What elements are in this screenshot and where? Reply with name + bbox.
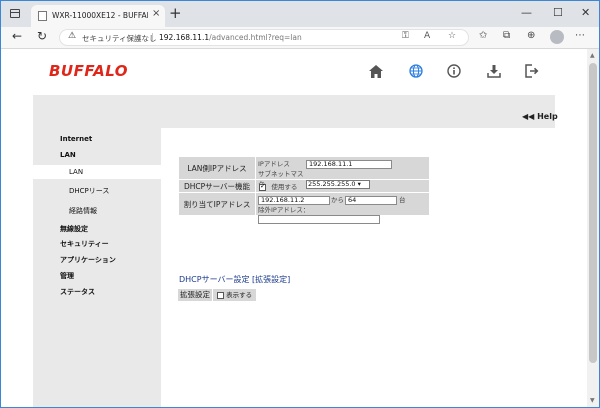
assign-ip-label: 割り当てIPアドレス — [179, 193, 255, 215]
profile-avatar[interactable] — [550, 30, 564, 44]
scroll-down-icon[interactable]: ▼ — [590, 397, 595, 404]
extended-settings-checkbox-label: 表示する — [226, 291, 253, 299]
new-tab-button[interactable]: + — [169, 4, 182, 22]
url-text[interactable]: 192.168.11.1/advanced.html?req=lan — [159, 33, 302, 42]
tab-bar: WXR-11000XE12 - BUFFALO AirStation × + —… — [1, 1, 599, 27]
address-bar[interactable]: ⚠ セキュリティ保護なし | 192.168.11.1/advanced.htm… — [59, 29, 469, 46]
assign-count-input[interactable]: 64 — [345, 195, 397, 205]
tab-close-icon[interactable]: × — [152, 8, 160, 19]
reload-icon[interactable]: ↻ — [37, 29, 47, 43]
info-icon[interactable] — [445, 62, 463, 80]
help-label: Help — [537, 112, 558, 121]
tab-actions-icon[interactable] — [10, 9, 20, 18]
sidebar-item-security[interactable]: セキュリティー — [33, 237, 161, 251]
extended-settings-label: 拡張設定 — [178, 289, 212, 301]
favorite-star-icon[interactable]: ☆ — [448, 31, 456, 41]
exclude-ip-label: 除外IPアドレス： — [258, 206, 310, 214]
vertical-scrollbar[interactable]: ▲ ▼ — [587, 49, 599, 407]
warning-icon[interactable]: ⚠ — [68, 31, 76, 41]
dhcp-server-checkbox[interactable] — [259, 182, 266, 191]
sidebar-item-dhcp-lease[interactable]: DHCPリース — [33, 184, 161, 198]
address-separator: | — [151, 32, 154, 41]
url-host: 192.168.11.1 — [159, 33, 210, 42]
buffalo-logo[interactable]: BUFFALO — [49, 62, 128, 80]
dhcp-extended-settings-link[interactable]: DHCPサーバー設定 [拡張設定] — [179, 274, 290, 285]
more-menu-icon[interactable]: ⋯ — [575, 30, 585, 41]
dhcp-server-checkbox-label: 使用する — [271, 183, 298, 191]
lan-ip-fields: IPアドレス192.168.11.1 サブネットマスク255.255.255.0… — [256, 157, 429, 189]
router-header: BUFFALO — [33, 49, 555, 95]
sidebar-item-internet[interactable]: Internet — [33, 132, 161, 146]
browser-window: WXR-11000XE12 - BUFFALO AirStation × + —… — [0, 0, 600, 408]
extended-settings-row: 拡張設定 表示する — [178, 289, 257, 301]
favorites-icon[interactable]: ✩ — [479, 30, 487, 41]
ip-address-label: IPアドレス — [258, 160, 290, 168]
scroll-up-icon[interactable]: ▲ — [590, 52, 595, 59]
back-icon[interactable]: ← — [12, 29, 22, 43]
extended-settings-toggle: 表示する — [213, 289, 257, 301]
sidebar-item-wireless[interactable]: 無線設定 — [33, 222, 161, 236]
sidebar-item-management[interactable]: 管理 — [33, 269, 161, 283]
security-status[interactable]: セキュリティ保護なし — [82, 33, 157, 44]
download-icon[interactable] — [485, 62, 503, 80]
assign-ip-fields: 192.168.11.2 から 64 台 除外IPアドレス： — [256, 193, 429, 224]
sidebar-item-applications[interactable]: アプリケーション — [33, 253, 161, 267]
help-link[interactable]: ◀◀ Help — [522, 112, 558, 121]
chevron-down-icon: ▾ — [357, 179, 361, 188]
lan-settings-panel: LAN側IPアドレス IPアドレス192.168.11.1 サブネットマスク25… — [161, 128, 555, 407]
close-window-button[interactable]: ✕ — [581, 6, 590, 19]
read-aloud-icon[interactable]: A — [424, 31, 430, 41]
web-page: BUFFALO ◀◀ Help Internet LAN LAN DHCPリース… — [1, 49, 587, 407]
lan-ip-label: LAN側IPアドレス — [179, 157, 255, 179]
page-favicon-icon — [38, 11, 47, 21]
minimize-button[interactable]: — — [521, 6, 532, 19]
dhcp-server-label: DHCPサーバー機能 — [179, 180, 255, 192]
home-icon[interactable] — [367, 62, 385, 80]
count-unit-label: 台 — [399, 196, 406, 204]
maximize-button[interactable]: ☐ — [553, 6, 563, 19]
browser-toolbar: ← ↻ ⚠ セキュリティ保護なし | 192.168.11.1/advanced… — [1, 27, 599, 49]
tab-title: WXR-11000XE12 - BUFFALO AirStation — [52, 11, 148, 20]
from-label: から — [331, 196, 344, 204]
sidebar-item-lan-sub[interactable]: LAN — [33, 165, 161, 179]
extensions-icon[interactable]: ⊕ — [527, 30, 535, 41]
subnet-mask-value: 255.255.255.0 — [308, 179, 356, 188]
extended-settings-checkbox[interactable] — [217, 291, 224, 299]
sidebar-item-status[interactable]: ステータス — [33, 285, 161, 299]
globe-icon[interactable] — [407, 62, 425, 80]
scrollbar-thumb[interactable] — [589, 63, 597, 363]
logout-icon[interactable] — [523, 62, 541, 80]
key-icon[interactable]: ⚿ — [402, 31, 409, 41]
exclude-ip-input[interactable] — [258, 214, 380, 224]
browser-tab[interactable]: WXR-11000XE12 - BUFFALO AirStation × — [31, 5, 165, 27]
subnet-mask-select[interactable]: 255.255.255.0 ▾ — [306, 179, 370, 189]
collapse-arrow-icon: ◀◀ — [522, 112, 535, 121]
lan-settings-table: LAN側IPアドレス IPアドレス192.168.11.1 サブネットマスク25… — [178, 156, 430, 224]
sidebar-item-lan[interactable]: LAN — [33, 148, 161, 162]
url-path: /advanced.html?req=lan — [209, 33, 302, 42]
sidebar-item-route-info[interactable]: 経路情報 — [33, 204, 161, 218]
collections-icon[interactable]: ⧉ — [503, 30, 510, 41]
